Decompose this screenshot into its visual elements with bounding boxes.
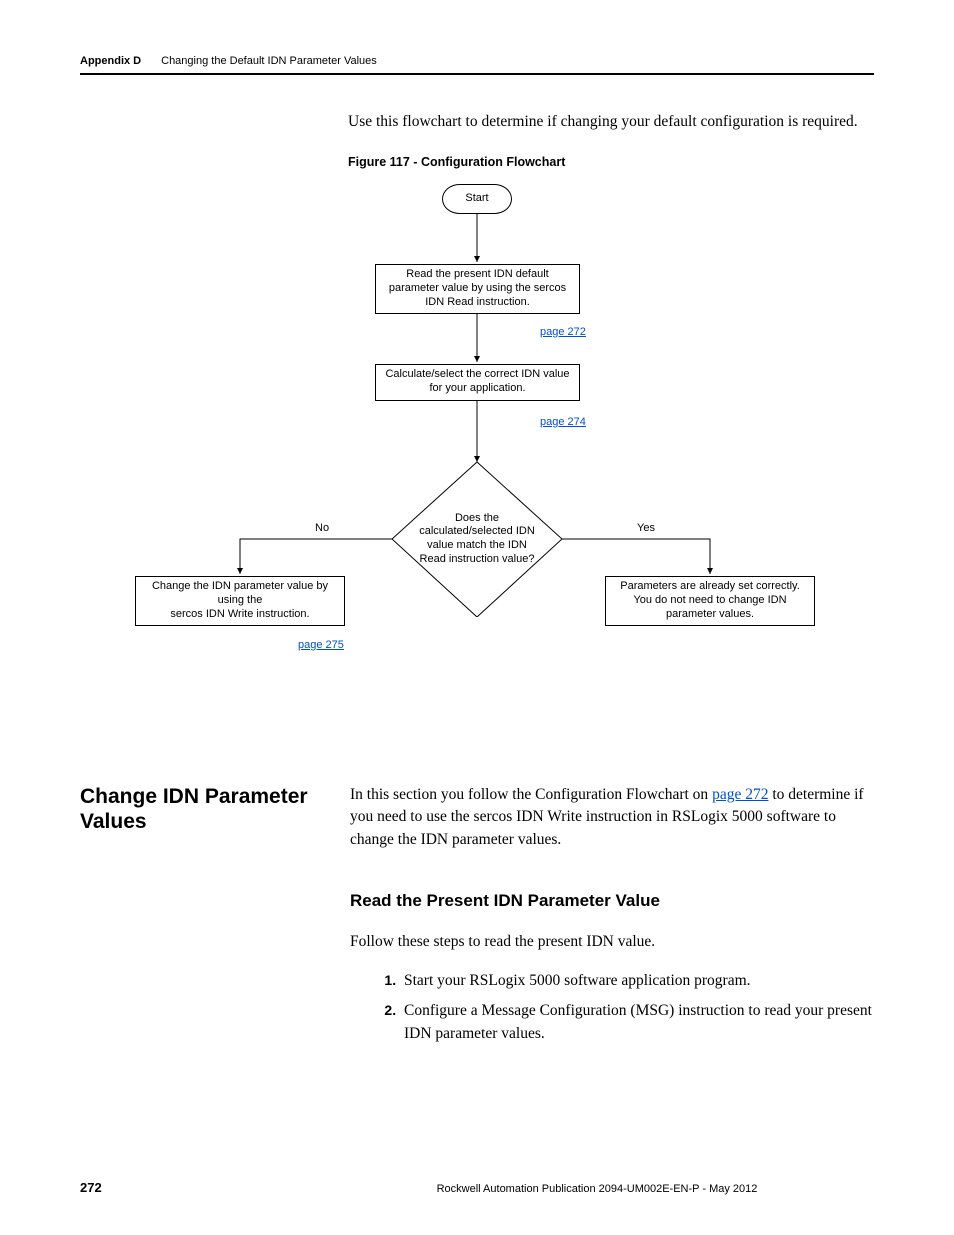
flow-step-read-text: Read the present IDN default parameter v… (384, 268, 571, 309)
steps-list: Start your RSLogix 5000 software applica… (350, 970, 874, 1045)
header-rule (80, 73, 874, 75)
appendix-title: Changing the Default IDN Parameter Value… (161, 55, 377, 67)
flowchart: Start Read the present IDN default param… (80, 179, 874, 694)
flow-left-box: Change the IDN parameter value by using … (135, 576, 345, 626)
flow-step-read: Read the present IDN default parameter v… (375, 264, 580, 314)
flow-right-box: Parameters are already set correctly. Yo… (605, 576, 815, 626)
running-header: Appendix D Changing the Default IDN Para… (80, 55, 874, 67)
flow-start-label: Start (465, 192, 488, 206)
flow-decision: Does the calculated/selected IDN value m… (392, 462, 562, 617)
flow-start: Start (442, 184, 512, 214)
flow-right-box-text: Parameters are already set correctly. Yo… (614, 580, 806, 621)
section-heading: Change IDN Parameter Values (80, 784, 330, 834)
page-number: 272 (80, 1180, 320, 1195)
appendix-label: Appendix D (80, 55, 141, 67)
flow-link-left[interactable]: page 275 (298, 639, 344, 651)
intro-paragraph: Use this flowchart to determine if chang… (348, 111, 874, 133)
flow-step-calc: Calculate/select the correct IDN value f… (375, 364, 580, 401)
flow-yes-label: Yes (637, 522, 655, 534)
section-body-link[interactable]: page 272 (712, 786, 768, 803)
flow-decision-text: Does the calculated/selected IDN value m… (418, 512, 536, 567)
list-item: Start your RSLogix 5000 software applica… (400, 970, 874, 992)
figure-caption: Figure 117 - Configuration Flowchart (348, 155, 874, 169)
section-body-pre: In this section you follow the Configura… (350, 786, 712, 803)
page-footer: 272 Rockwell Automation Publication 2094… (80, 1180, 874, 1195)
section-body: In this section you follow the Configura… (350, 784, 874, 851)
flow-step-calc-text: Calculate/select the correct IDN value f… (384, 368, 571, 396)
flow-link-read[interactable]: page 272 (540, 326, 586, 338)
publication-id: Rockwell Automation Publication 2094-UM0… (320, 1183, 874, 1195)
flow-no-label: No (315, 522, 329, 534)
subsection-lede: Follow these steps to read the present I… (350, 931, 874, 953)
flow-left-box-text: Change the IDN parameter value by using … (144, 580, 336, 621)
list-item: Configure a Message Configuration (MSG) … (400, 1000, 874, 1045)
subsection-heading: Read the Present IDN Parameter Value (350, 891, 874, 911)
flow-link-calc[interactable]: page 274 (540, 416, 586, 428)
